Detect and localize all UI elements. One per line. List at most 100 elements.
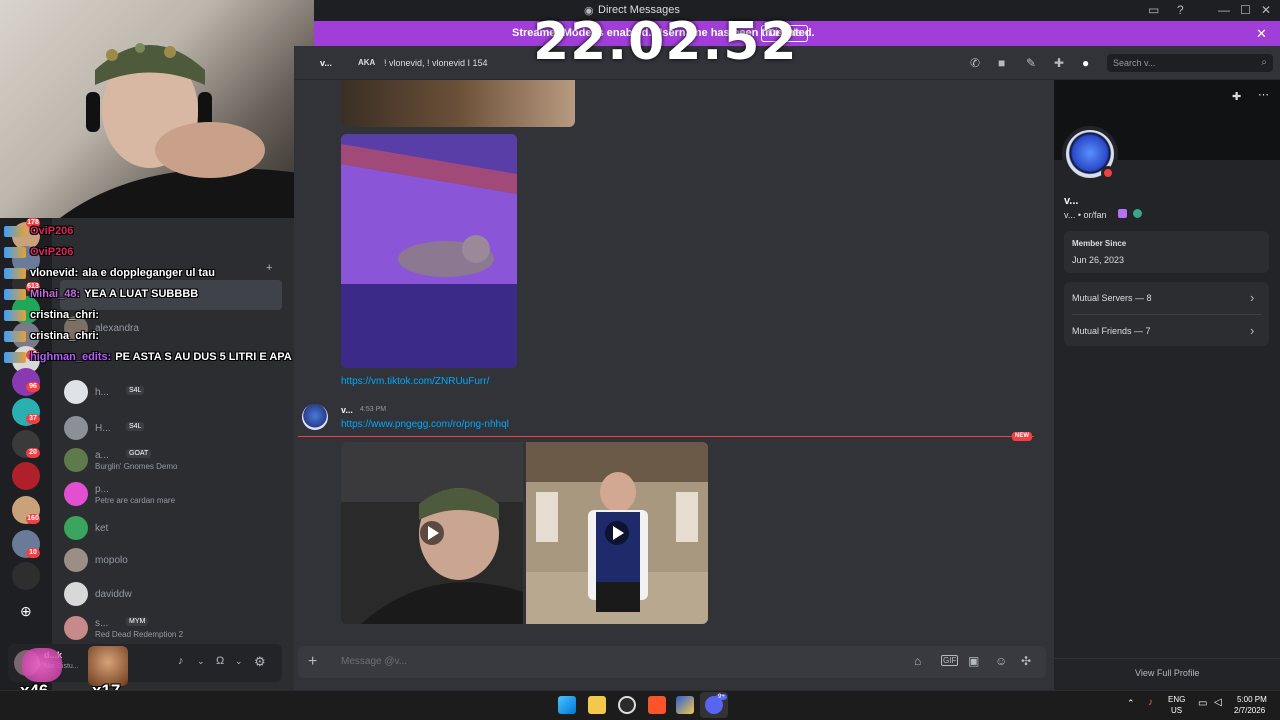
dm-item[interactable]: h... S4L: [60, 376, 282, 408]
add-attachment-icon[interactable]: +: [308, 653, 317, 671]
aka-label: AKA: [358, 58, 376, 67]
voice-call-icon[interactable]: ✆: [970, 56, 980, 70]
maximize-button[interactable]: ☐: [1240, 3, 1251, 17]
profile-name: v...: [1064, 195, 1079, 207]
dm-item[interactable]: a... GOAT Burglin' Gnomes Demo: [60, 444, 282, 476]
clan-tag: GOAT: [126, 449, 152, 458]
network-icon[interactable]: ▭: [1198, 698, 1207, 709]
tray-mic-icon[interactable]: ♪: [1148, 697, 1153, 708]
profile-handle: v... • or/fan: [1064, 210, 1107, 220]
dm-item[interactable]: daviddw: [60, 578, 282, 610]
inbox-icon[interactable]: ▭: [1148, 3, 1159, 17]
lang-line2[interactable]: US: [1171, 706, 1182, 715]
dm-name: H...: [95, 423, 111, 434]
mutual-servers-card[interactable]: Mutual Servers — 8 › Mutual Friends — 7 …: [1064, 282, 1269, 346]
banner-close-icon[interactable]: ✕: [1256, 26, 1267, 42]
emoji-icon[interactable]: ☺: [995, 654, 1007, 668]
tiktok-link[interactable]: https://vm.tiktok.com/ZNRUuFurr/: [341, 376, 489, 387]
dm-item[interactable]: H... S4L: [60, 412, 282, 444]
message-author[interactable]: v...: [341, 405, 353, 415]
new-badge: NEW: [1012, 432, 1032, 441]
dm-item[interactable]: mopolo: [60, 544, 282, 576]
add-friends-icon[interactable]: ✚: [1054, 56, 1064, 70]
create-dm-icon[interactable]: +: [266, 262, 272, 274]
header-username: v...: [320, 58, 332, 68]
dm-name: h...: [95, 387, 109, 398]
message-avatar[interactable]: [302, 404, 328, 430]
help-icon[interactable]: ?: [1177, 3, 1184, 17]
stream-chat-line: vlonevid: ala e doppleganger ul tau: [4, 267, 215, 279]
video-attachment-2[interactable]: [526, 442, 708, 624]
dm-name: s...: [95, 618, 109, 629]
server-icon[interactable]: [12, 462, 40, 490]
pngegg-link[interactable]: https://www.pngegg.com/ro/png-nhhql: [341, 419, 509, 430]
windows-start-icon[interactable]: [558, 696, 576, 714]
stream-chat-line: highman_edits: PE ASTA S AU DUS 5 LITRI E…: [4, 351, 292, 363]
server-mention-badge: 37: [26, 414, 40, 424]
streamer-figure: [60, 43, 314, 218]
brave-icon[interactable]: [648, 696, 666, 714]
stream-chat-line: cristina_chri:: [4, 309, 103, 321]
stream-chat-line: cristina_chri:: [4, 330, 103, 342]
video-attachment-1[interactable]: [341, 442, 523, 624]
chat-username: OviP206: [30, 225, 74, 237]
avatar: [64, 482, 88, 506]
emote-face: [88, 646, 128, 686]
microphone-icon[interactable]: ♪: [178, 655, 184, 667]
close-window-button[interactable]: ✕: [1261, 3, 1271, 17]
server-mention-badge: 10: [26, 548, 40, 558]
dm-name: mopolo: [95, 555, 128, 566]
chat-badge-icon: [4, 288, 26, 300]
gif-icon[interactable]: GIF: [941, 655, 959, 666]
member-since-card: Member Since Jun 26, 2023: [1064, 231, 1269, 273]
apps-icon[interactable]: ✣: [1021, 654, 1031, 668]
avatar: [64, 582, 88, 606]
minimize-button[interactable]: —: [1218, 3, 1230, 17]
file-explorer-icon[interactable]: [588, 696, 606, 714]
chevron-right-icon: ›: [1250, 323, 1255, 338]
settings-gear-icon[interactable]: ⚙: [254, 654, 266, 670]
clock-date[interactable]: 2/7/2026: [1234, 706, 1265, 715]
cat-image-attachment[interactable]: [341, 134, 517, 368]
obs-icon[interactable]: [618, 696, 636, 714]
volume-icon[interactable]: ◁: [1214, 697, 1222, 708]
stream-clock: 22.02.52: [533, 12, 798, 72]
clock-time[interactable]: 5:00 PM: [1237, 695, 1267, 704]
add-server-icon[interactable]: ⊕: [20, 603, 32, 620]
clan-tag: S4L: [126, 422, 145, 431]
nitro-badge-icon: [1118, 209, 1127, 218]
view-full-profile-link[interactable]: View Full Profile: [1135, 668, 1199, 678]
dm-item[interactable]: p... Petre are cardan mare: [60, 478, 282, 510]
avatar: [64, 516, 88, 540]
avatar: [64, 380, 88, 404]
video-call-icon[interactable]: ■: [998, 56, 1005, 70]
member-since-label: Member Since: [1072, 239, 1127, 248]
more-options-icon[interactable]: ⋯: [1258, 88, 1269, 101]
message-composer[interactable]: + Message @v... ⌂ GIF ▣ ☺ ✣: [298, 646, 1046, 678]
chat-message: YEA A LUAT SUBBBB: [84, 288, 199, 300]
dm-item[interactable]: ket: [60, 512, 282, 544]
mutual-servers-label[interactable]: Mutual Servers — 8: [1072, 293, 1152, 303]
server-icon[interactable]: [12, 562, 40, 590]
app-icon[interactable]: [676, 696, 694, 714]
aka-value: ! vlonevid, ! vlonevid I 154: [384, 58, 488, 68]
tray-chevron-icon[interactable]: ⌃: [1127, 698, 1135, 709]
sticker-icon[interactable]: ▣: [968, 654, 979, 668]
chat-username: Mihai_48:: [30, 288, 81, 300]
headset-icon[interactable]: Ω: [216, 655, 224, 667]
search-input[interactable]: Search v... ⌕: [1107, 54, 1273, 72]
emote-pink: [22, 648, 62, 682]
chevron-down-icon[interactable]: ⌄: [197, 656, 205, 667]
chevron-down-icon[interactable]: ⌄: [235, 656, 243, 667]
gift-icon[interactable]: ⌂: [914, 654, 921, 668]
add-friend-icon[interactable]: ✚: [1232, 90, 1241, 103]
dm-item[interactable]: s... MYM Red Dead Redemption 2: [60, 612, 282, 644]
dm-activity: Petre are cardan mare: [95, 496, 176, 505]
chat-badge-icon: [4, 330, 26, 342]
pin-icon[interactable]: ✎: [1026, 56, 1036, 70]
user-profile-icon[interactable]: ●: [1082, 56, 1089, 70]
avatar: [64, 616, 88, 640]
mutual-friends-label[interactable]: Mutual Friends — 7: [1072, 326, 1151, 336]
lang-line1[interactable]: ENG: [1168, 695, 1185, 704]
image-attachment-top[interactable]: [341, 80, 575, 127]
